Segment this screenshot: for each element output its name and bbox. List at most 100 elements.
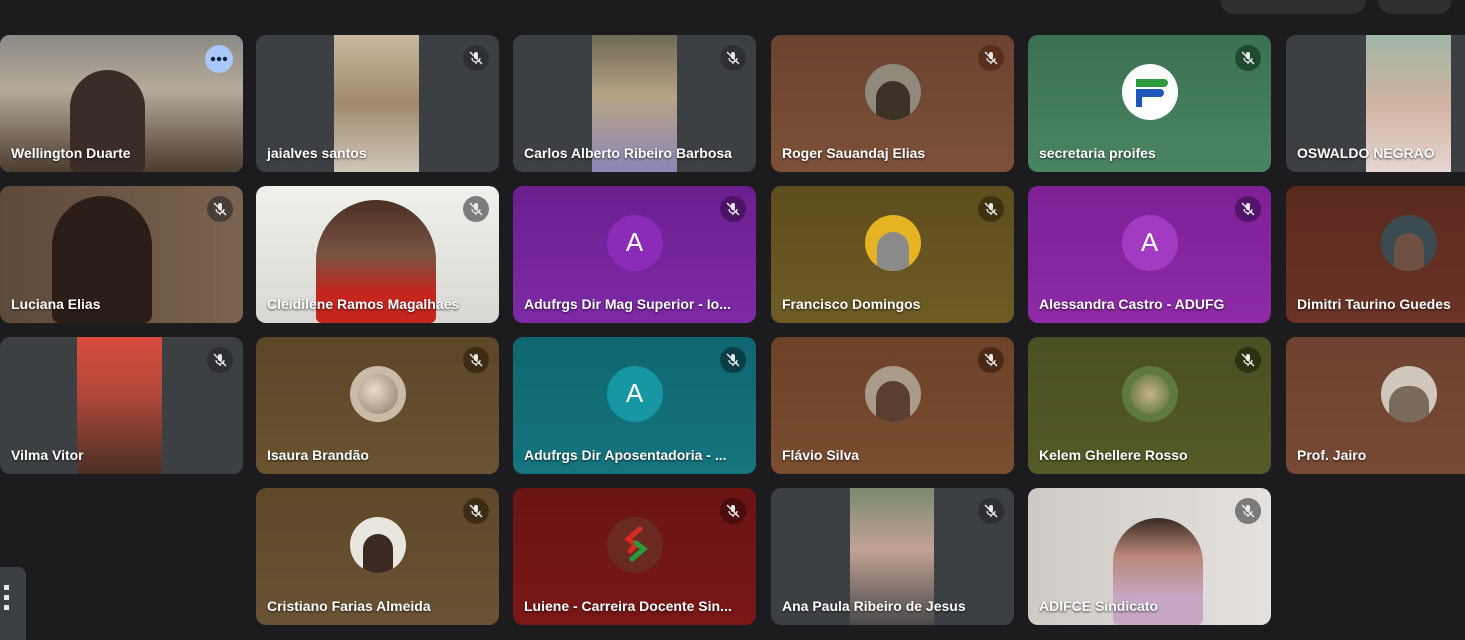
participant-avatar (606, 516, 663, 573)
participant-name: Francisco Domingos (782, 296, 921, 312)
participant-avatar (864, 365, 921, 422)
participant-name: Flávio Silva (782, 447, 860, 463)
mic-off-icon (984, 353, 998, 367)
mic-off-icon (469, 504, 483, 518)
mic-muted-indicator (1235, 196, 1261, 222)
mic-off-icon (984, 51, 998, 65)
participant-name: Luciana Elias (11, 296, 101, 312)
participant-name: Prof. Jairo (1297, 447, 1367, 463)
mic-muted-indicator (978, 347, 1004, 373)
mic-off-icon (726, 51, 740, 65)
mic-off-icon (469, 202, 483, 216)
participant-avatar (1121, 63, 1178, 120)
participant-tile[interactable]: ADIFCE Sindicato (1028, 488, 1271, 625)
participant-tile[interactable]: jaialves santos (256, 35, 499, 172)
mic-off-icon (1241, 504, 1255, 518)
mic-off-icon (984, 504, 998, 518)
participant-name: Cleidilene Ramos Magalhaes (267, 296, 460, 312)
participant-tile[interactable]: OSWALDO NEGRAO (1286, 35, 1465, 172)
participant-tile[interactable]: A Adufrgs Dir Mag Superior - Io... (513, 186, 756, 323)
participant-avatar (1381, 365, 1437, 422)
more-options-icon (210, 56, 228, 62)
mic-muted-indicator (207, 347, 233, 373)
participant-avatar (864, 63, 921, 120)
mic-muted-indicator (978, 45, 1004, 71)
mic-off-icon (1241, 202, 1255, 216)
mic-muted-indicator (463, 196, 489, 222)
participant-tile[interactable]: Luiene - Carreira Docente Sin... (513, 488, 756, 625)
participant-avatar: A (1121, 214, 1178, 271)
mic-muted-indicator (463, 45, 489, 71)
union-logo-icon (623, 526, 648, 561)
participant-name: ADIFCE Sindicato (1039, 598, 1159, 614)
participant-tile[interactable]: Cristiano Farias Almeida (256, 488, 499, 625)
participant-avatar (349, 365, 406, 422)
mic-off-icon (469, 51, 483, 65)
participant-name: Ana Paula Ribeiro de Jesus (782, 598, 966, 614)
participant-avatar: A (606, 214, 663, 271)
participant-name: OSWALDO NEGRAO (1297, 145, 1435, 161)
top-controls-bar[interactable] (1220, 0, 1366, 14)
avatar-initial: A (625, 227, 644, 257)
participant-tile[interactable]: Prof. Jairo (1286, 337, 1465, 474)
mic-off-icon (726, 202, 740, 216)
mic-off-icon (726, 353, 740, 367)
mic-off-icon (469, 353, 483, 367)
mic-off-icon (1241, 51, 1255, 65)
participant-tile[interactable]: secretaria proifes (1028, 35, 1271, 172)
participant-tile[interactable]: Vilma Vitor (0, 337, 243, 474)
mic-muted-indicator (720, 498, 746, 524)
participant-name: Luiene - Carreira Docente Sin... (524, 598, 732, 614)
mic-off-icon (984, 202, 998, 216)
mic-muted-indicator (1235, 498, 1261, 524)
participant-name: Kelem Ghellere Rosso (1039, 447, 1188, 463)
participant-tile[interactable]: Francisco Domingos (771, 186, 1014, 323)
participant-tile[interactable]: Dimitri Taurino Guedes (1286, 186, 1465, 323)
participant-name: Carlos Alberto Ribeiro Barbosa (524, 145, 732, 161)
participant-avatar (864, 214, 921, 271)
participant-tile[interactable]: Isaura Brandão (256, 337, 499, 474)
participant-name: Wellington Duarte (11, 145, 131, 161)
mic-muted-indicator (720, 45, 746, 71)
mic-off-icon (1241, 353, 1255, 367)
participant-name: Vilma Vitor (11, 447, 84, 463)
participant-name: Adufrgs Dir Aposentadoria - ... (524, 447, 727, 463)
participant-avatar (1121, 365, 1178, 422)
participant-tile[interactable]: Ana Paula Ribeiro de Jesus (771, 488, 1014, 625)
participant-tile[interactable]: Cleidilene Ramos Magalhaes (256, 186, 499, 323)
participant-tile[interactable]: A Adufrgs Dir Aposentadoria - ... (513, 337, 756, 474)
participant-tile[interactable]: Kelem Ghellere Rosso (1028, 337, 1271, 474)
participant-name: Dimitri Taurino Guedes (1297, 296, 1451, 312)
mic-off-icon (213, 202, 227, 216)
mic-muted-indicator (1235, 45, 1261, 71)
participant-name: jaialves santos (267, 145, 367, 161)
participant-avatar: A (606, 365, 663, 422)
mic-muted-indicator (978, 498, 1004, 524)
participant-tile[interactable]: Roger Sauandaj Elias (771, 35, 1014, 172)
mic-off-icon (726, 504, 740, 518)
participant-tile[interactable]: Luciana Elias (0, 186, 243, 323)
participant-avatar (1381, 214, 1437, 271)
mic-muted-indicator (1235, 347, 1261, 373)
mic-off-icon (213, 353, 227, 367)
mic-muted-indicator (463, 498, 489, 524)
participant-name: secretaria proifes (1039, 145, 1156, 161)
top-right-control[interactable] (1378, 0, 1452, 14)
vertical-dots-icon (4, 585, 9, 610)
side-panel-toggle-button[interactable] (0, 567, 26, 640)
participant-name: Alessandra Castro - ADUFG (1039, 296, 1225, 312)
mic-muted-indicator (720, 347, 746, 373)
mic-muted-indicator (978, 196, 1004, 222)
participant-name: Roger Sauandaj Elias (782, 145, 926, 161)
participant-name: Isaura Brandão (267, 447, 369, 463)
participant-name: Adufrgs Dir Mag Superior - Io... (524, 296, 731, 312)
participant-tile[interactable]: Wellington Duarte (0, 35, 243, 172)
participant-tile[interactable]: Carlos Alberto Ribeiro Barbosa (513, 35, 756, 172)
avatar-initial: A (625, 378, 644, 408)
more-options-button[interactable] (205, 45, 233, 73)
mic-muted-indicator (207, 196, 233, 222)
participant-name: Cristiano Farias Almeida (267, 598, 431, 614)
video-feed (77, 337, 162, 474)
participant-tile[interactable]: A Alessandra Castro - ADUFG (1028, 186, 1271, 323)
participant-tile[interactable]: Flávio Silva (771, 337, 1014, 474)
